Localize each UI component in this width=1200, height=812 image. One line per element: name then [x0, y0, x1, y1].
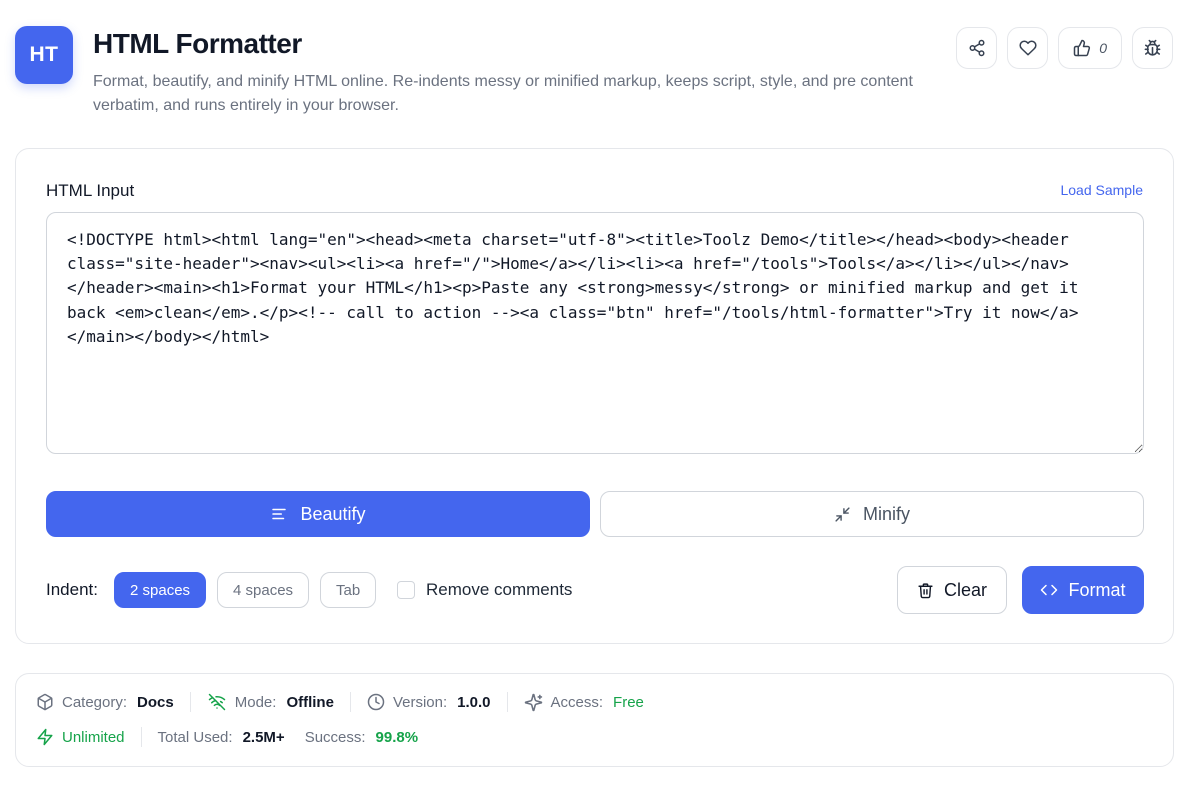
version-label: Version: — [392, 693, 448, 711]
stat-mode: Mode: Offline — [207, 693, 334, 711]
heart-icon — [1019, 39, 1037, 57]
options-row: Indent: 2 spaces 4 spaces Tab Remove com… — [46, 566, 1144, 614]
sparkles-icon — [524, 693, 543, 712]
code-icon — [1040, 581, 1058, 599]
indent-option-4-spaces[interactable]: 4 spaces — [217, 572, 310, 608]
lightning-icon — [36, 728, 54, 746]
minify-label: Minify — [862, 503, 910, 524]
category-value: Docs — [137, 693, 174, 711]
stat-success: Success: 99.8% — [305, 729, 418, 746]
total-used-value: 2.5M+ — [242, 728, 285, 746]
load-sample-link[interactable]: Load Sample — [1060, 182, 1143, 198]
divider — [506, 692, 508, 712]
mode-selector: Beautify Minify — [46, 491, 1144, 537]
favorite-button[interactable] — [1007, 27, 1049, 69]
divider — [189, 692, 191, 712]
html-input[interactable] — [46, 212, 1144, 454]
clear-button[interactable]: Clear — [897, 566, 1007, 614]
report-bug-button[interactable] — [1132, 27, 1173, 69]
divider — [349, 692, 351, 712]
indent-label: Indent: — [46, 580, 98, 599]
stat-total-used: Total Used: 2.5M+ — [158, 729, 285, 746]
mode-value: Offline — [286, 693, 334, 711]
clock-icon — [367, 693, 385, 711]
share-icon — [968, 39, 986, 57]
tool-info-card: Category: Docs Mode: Offline Version: 1.… — [15, 673, 1174, 767]
success-label: Success: — [304, 728, 366, 746]
divider — [140, 727, 142, 747]
thumbs-up-icon — [1073, 39, 1091, 57]
remove-comments-checkbox[interactable] — [397, 581, 415, 599]
stat-access: Access: Free — [524, 693, 644, 712]
access-label: Access: — [550, 693, 604, 711]
like-count: 0 — [1099, 40, 1107, 56]
stat-unlimited: Unlimited — [36, 728, 125, 746]
unlimited-text: Unlimited — [62, 728, 125, 746]
header-actions: 0 — [956, 27, 1173, 69]
category-label: Category: — [62, 693, 128, 711]
minimize-icon — [834, 506, 851, 523]
page-title: HTML Formatter — [93, 28, 302, 59]
remove-comments-label[interactable]: Remove comments — [426, 580, 572, 600]
formatter-card: HTML Input Load Sample Beautify Minify I… — [15, 148, 1174, 644]
package-icon — [36, 693, 54, 711]
stat-version: Version: 1.0.0 — [367, 693, 491, 711]
stats-row-primary: Category: Docs Mode: Offline Version: 1.… — [36, 692, 644, 712]
stats-row-secondary: Unlimited Total Used: 2.5M+ Success: 99.… — [36, 727, 418, 747]
format-button[interactable]: Format — [1022, 566, 1144, 614]
beautify-button[interactable]: Beautify — [46, 491, 590, 537]
trash-icon — [917, 582, 934, 599]
mode-label: Mode: — [234, 693, 277, 711]
beautify-label: Beautify — [300, 503, 366, 524]
version-value: 1.0.0 — [457, 693, 491, 711]
clear-label: Clear — [943, 579, 987, 600]
share-button[interactable] — [956, 27, 998, 69]
total-used-label: Total Used: — [157, 728, 233, 746]
success-value: 99.8% — [375, 728, 419, 746]
app-logo: HT — [15, 26, 73, 84]
html-input-label: HTML Input — [46, 181, 135, 200]
indent-option-tab[interactable]: Tab — [320, 572, 377, 608]
align-left-icon — [270, 505, 288, 523]
wifi-off-icon — [207, 693, 227, 711]
minify-button[interactable]: Minify — [600, 491, 1144, 537]
bug-icon — [1143, 39, 1162, 58]
access-value: Free — [613, 693, 644, 711]
page-description: Format, beautify, and minify HTML online… — [93, 73, 913, 114]
format-label: Format — [1068, 579, 1126, 600]
indent-option-2-spaces[interactable]: 2 spaces — [114, 572, 207, 608]
like-button[interactable]: 0 — [1058, 27, 1122, 69]
stat-category: Category: Docs — [36, 693, 174, 711]
